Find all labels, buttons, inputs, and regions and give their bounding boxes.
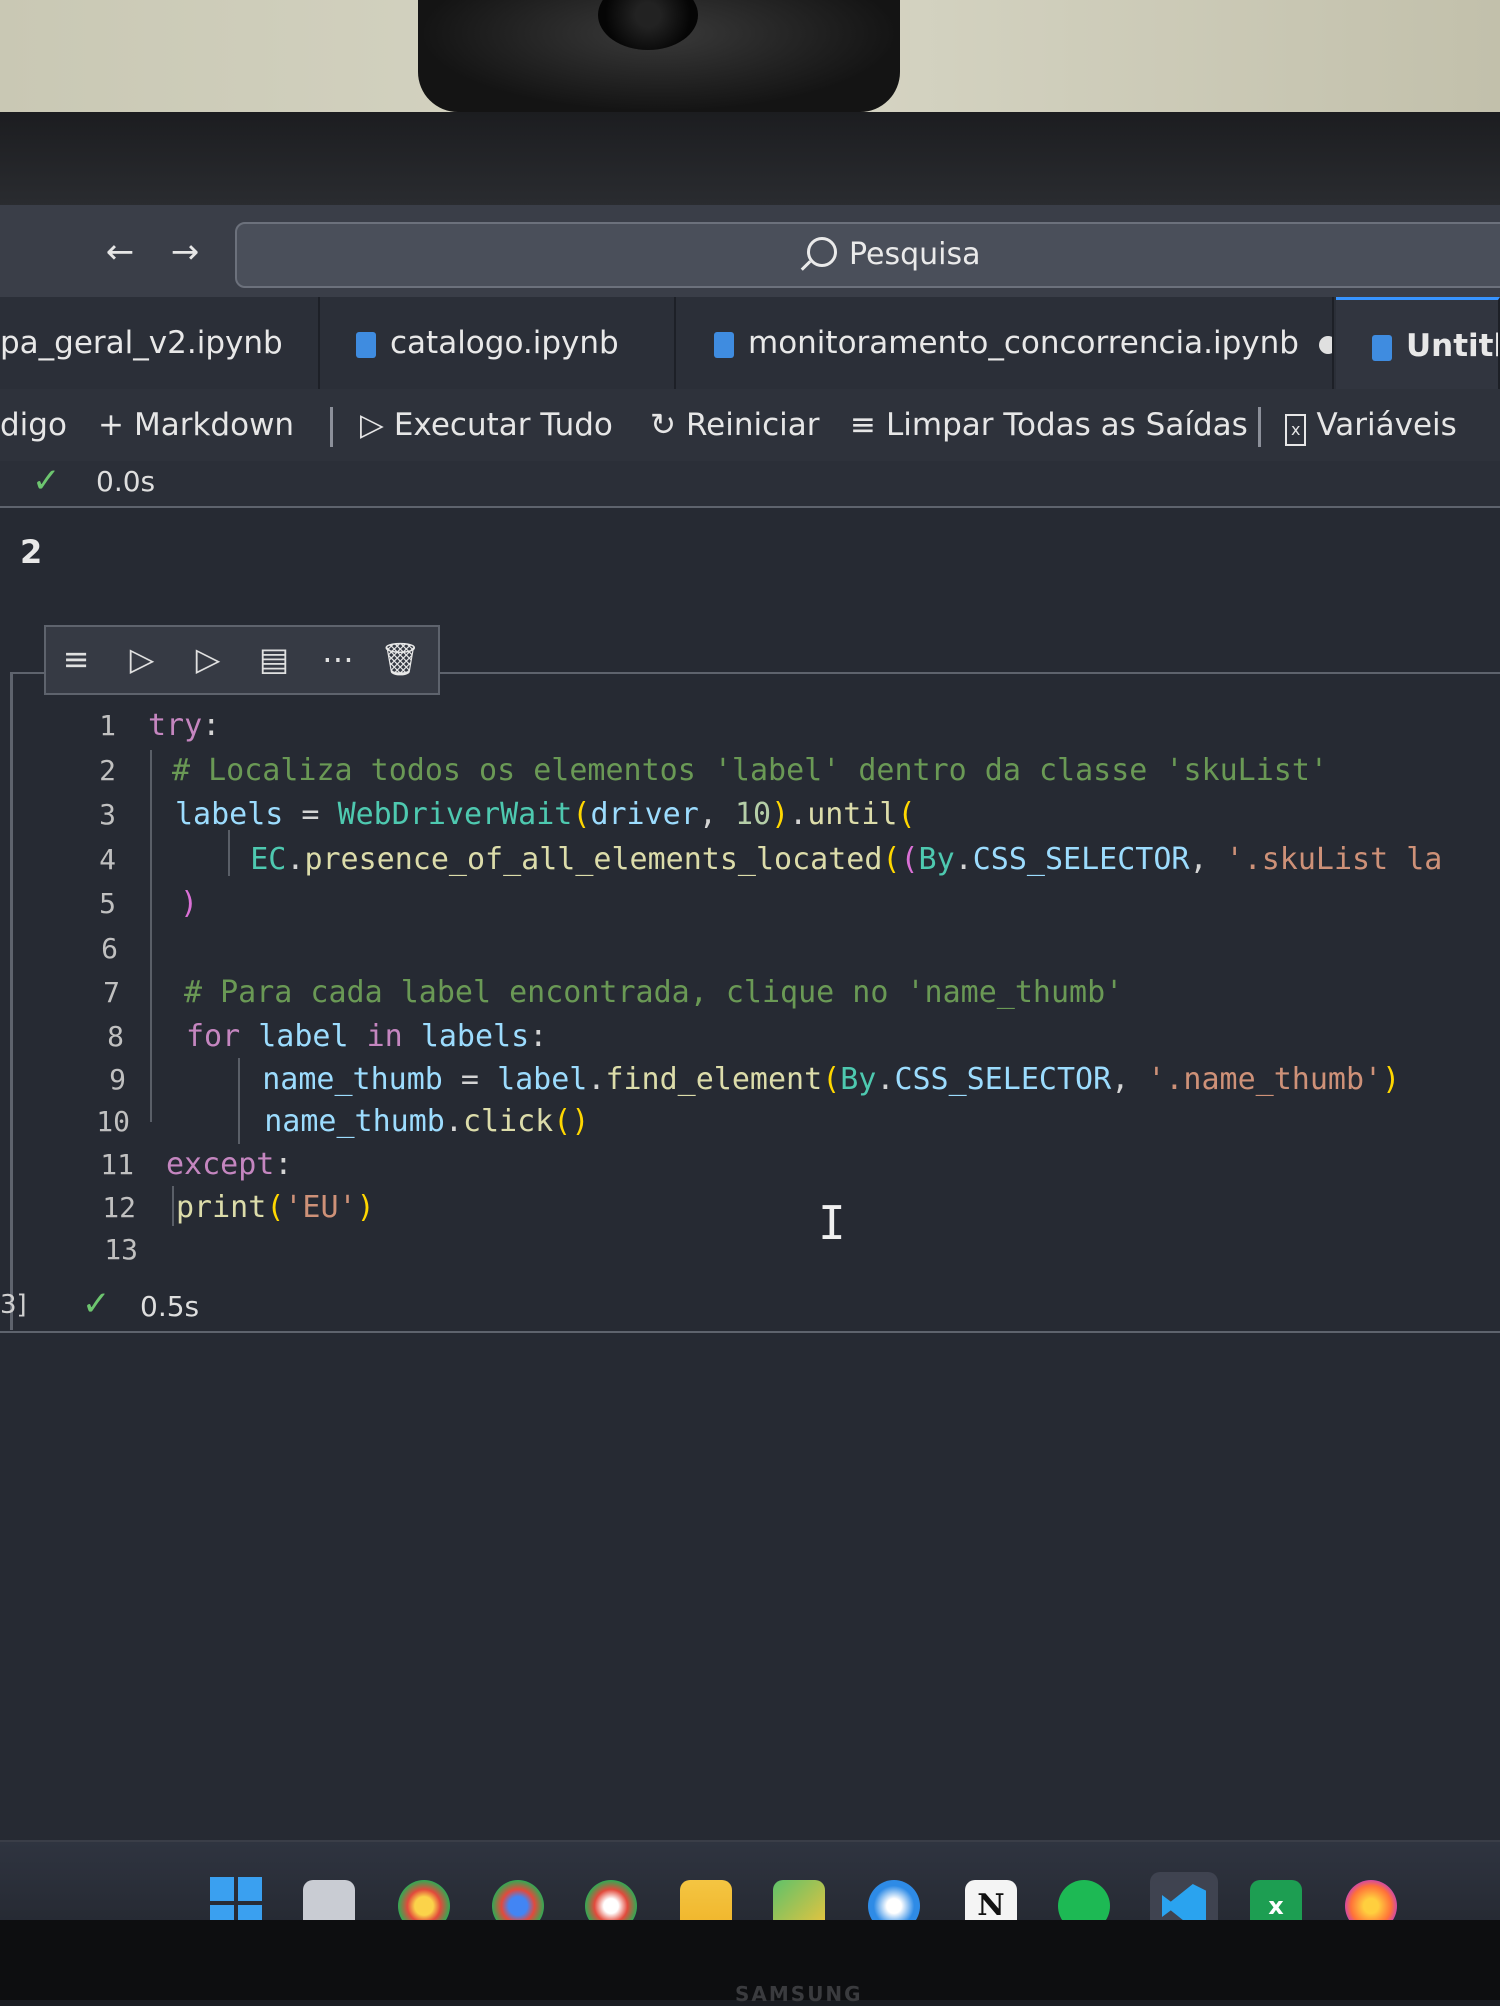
clear-all-icon: ≡ xyxy=(850,407,876,443)
code-line[interactable]: EC.presence_of_all_elements_located((By.… xyxy=(178,840,1442,880)
more-icon[interactable]: ⋯ xyxy=(318,639,358,679)
toolbar-separator xyxy=(330,407,333,447)
line-number: 10 xyxy=(96,1105,130,1138)
line-number: 12 xyxy=(102,1191,136,1224)
code-line[interactable]: ) xyxy=(180,884,198,924)
code-line[interactable]: try: xyxy=(148,706,220,746)
run-all-icon: ▷ xyxy=(360,407,384,443)
code-line[interactable]: name_thumb = label.find_element(By.CSS_S… xyxy=(190,1060,1400,1100)
line-number: 5 xyxy=(99,887,116,920)
execute-above-icon[interactable]: ▷ xyxy=(122,639,162,679)
variables-button[interactable]: x Variáveis xyxy=(1285,403,1457,447)
run-all-button[interactable]: ▷ Executar Tudo xyxy=(360,403,613,447)
tab-label: Untitl xyxy=(1406,328,1500,364)
notebook-icon xyxy=(1372,334,1392,361)
line-number: 13 xyxy=(104,1233,138,1266)
run-by-line-icon[interactable]: ≡ xyxy=(56,639,96,679)
unsaved-dot-icon xyxy=(1318,335,1332,354)
line-number: 4 xyxy=(99,843,116,876)
restart-icon: ↻ xyxy=(650,407,676,443)
delete-icon[interactable]: 🗑 xyxy=(380,639,421,679)
search-placeholder: Pesquisa xyxy=(849,237,981,272)
line-number: 8 xyxy=(107,1020,124,1053)
search-icon xyxy=(807,237,837,267)
code-line[interactable]: name_thumb.click() xyxy=(192,1102,589,1142)
add-markdown-label: Markdown xyxy=(133,407,295,443)
text-cursor-icon: I xyxy=(818,1196,846,1250)
variables-label: Variáveis xyxy=(1316,407,1457,443)
code-line[interactable]: for label in labels: xyxy=(186,1017,547,1057)
execute-below-icon[interactable]: ▷ xyxy=(188,639,228,679)
check-icon: ✓ xyxy=(32,461,61,501)
code-line[interactable]: except: xyxy=(166,1145,292,1185)
indent-guide xyxy=(172,1186,174,1226)
editor-tabs: pa_geral_v2.ipynb catalogo.ipynb monitor… xyxy=(0,297,1500,389)
command-center-search[interactable]: Pesquisa xyxy=(235,222,1500,288)
code-line[interactable]: # Localiza todos os elementos 'label' de… xyxy=(172,751,1328,791)
plus-icon: + xyxy=(98,407,124,443)
check-icon: ✓ xyxy=(82,1284,111,1324)
add-markdown-button[interactable]: + Markdown xyxy=(98,403,294,447)
tab-untitled[interactable]: Untitl xyxy=(1336,297,1500,389)
clear-outputs-button[interactable]: ≡ Limpar Todas as Saídas xyxy=(850,403,1248,447)
execution-count: 3] xyxy=(0,1290,27,1320)
code-line[interactable]: labels = WebDriverWait(driver, 10).until… xyxy=(175,795,916,835)
previous-cell-status: ✓ 0.0s xyxy=(0,461,1500,508)
forward-arrow-icon[interactable]: → xyxy=(165,232,205,272)
line-number: 3 xyxy=(99,798,116,831)
split-cell-icon[interactable]: ▤ xyxy=(254,639,294,679)
cell-status-bar xyxy=(0,1285,1500,1333)
indent-guide xyxy=(150,750,152,1122)
webcam-lens xyxy=(598,0,698,50)
back-arrow-icon[interactable]: ← xyxy=(100,232,140,272)
clear-outputs-label: Limpar Todas as Saídas xyxy=(885,407,1248,443)
tab-label: pa_geral_v2.ipynb xyxy=(0,325,283,361)
toolbar-separator xyxy=(1258,407,1261,447)
code-line[interactable]: # Para cada label encontrada, clique no … xyxy=(184,973,1123,1013)
restart-label: Reiniciar xyxy=(685,407,820,443)
previous-cell-duration: 0.0s xyxy=(96,465,156,498)
notebook-toolbar: digo + Markdown ▷ Executar Tudo ↻ Reiniciar… xyxy=(0,389,1500,461)
tab-label: catalogo.ipynb xyxy=(390,325,619,361)
add-code-label: digo xyxy=(0,407,67,443)
tab-mapa-geral[interactable]: pa_geral_v2.ipynb xyxy=(0,297,320,389)
variables-icon: x xyxy=(1285,414,1307,446)
line-number: 9 xyxy=(109,1063,126,1096)
tab-monitoramento[interactable]: monitoramento_concorrencia.ipynb xyxy=(678,297,1334,389)
notebook-icon xyxy=(714,331,734,358)
line-number: 7 xyxy=(103,976,120,1009)
monitor-bezel-top xyxy=(0,112,1500,208)
line-number: 2 xyxy=(99,754,116,787)
tab-catalogo[interactable]: catalogo.ipynb xyxy=(320,297,676,389)
notebook-icon xyxy=(356,331,376,358)
cell-toolbar: ≡ ▷ ▷ ▤ ⋯ 🗑 xyxy=(44,625,440,695)
tab-label: monitoramento_concorrencia.ipynb xyxy=(748,325,1299,361)
line-number: 1 xyxy=(99,709,116,742)
webcam xyxy=(418,0,900,112)
line-number: 11 xyxy=(100,1148,134,1181)
cell-duration: 0.5s xyxy=(140,1290,200,1323)
previous-cell-output: 2 xyxy=(20,533,43,571)
code-line[interactable]: print('EU') xyxy=(176,1188,375,1228)
line-number: 6 xyxy=(101,932,118,965)
restart-button[interactable]: ↻ Reiniciar xyxy=(650,403,819,447)
monitor-brand: SAMSUNG xyxy=(735,1982,863,2006)
add-code-button[interactable]: digo xyxy=(0,403,67,447)
run-all-label: Executar Tudo xyxy=(393,407,613,443)
